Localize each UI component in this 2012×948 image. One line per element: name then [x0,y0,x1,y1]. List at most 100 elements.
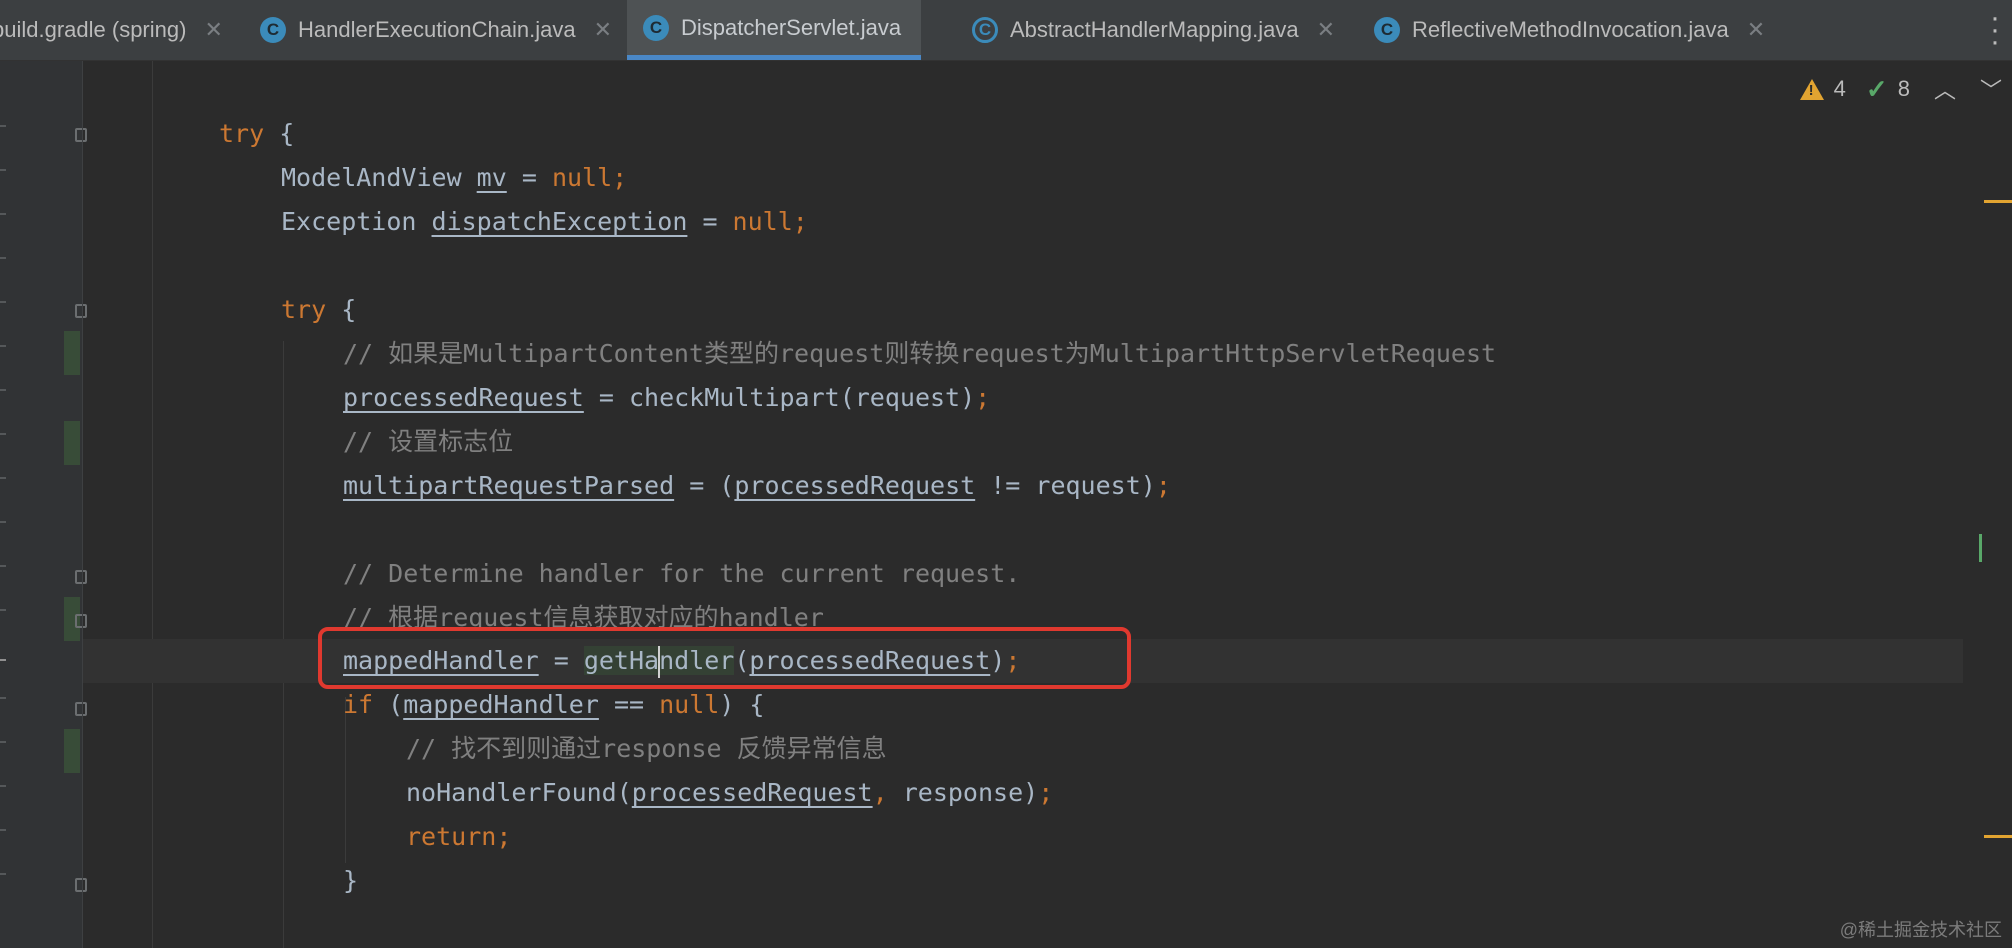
warning-icon: ! [1799,78,1824,100]
line-number-mark [0,521,6,523]
close-icon[interactable]: ✕ [1747,17,1765,43]
tab-label: ReflectiveMethodInvocation.java [1412,17,1729,42]
code-text: ModelAndView [281,163,477,192]
line-number-mark [0,873,6,875]
code-comment: // 如果是MultipartContent类型的request则转换reque… [343,339,1497,368]
change-marker[interactable] [64,331,80,375]
variable: mv [476,163,507,192]
keyword: if [343,690,374,719]
code-text: noHandlerFound( [406,778,632,807]
code-line: processedRequest = checkMultipart(reques… [343,376,990,420]
code-line: Exception dispatchException = null; [281,200,808,244]
close-icon[interactable]: ✕ [1317,17,1335,43]
line-number-mark [0,785,6,787]
line-number-mark [0,565,6,567]
tab-dispatcher-servlet[interactable]: C DispatcherServlet.java [627,0,922,60]
code-comment: // 找不到则通过response 反馈异常信息 [406,734,887,763]
tab-build-gradle[interactable]: build.gradle (spring) ✕ [0,0,223,60]
indent-guide [152,61,153,948]
keyword: null [659,690,720,719]
line-number-mark [0,741,6,743]
code-text: { [326,295,357,324]
variable: multipartRequestParsed [343,471,675,500]
class-icon: C [260,17,286,43]
punctuation: ; [612,163,628,192]
chevron-up-icon[interactable]: ︿ [1934,73,1956,105]
watermark: @稀土掘金技术社区 [1839,920,2002,940]
keyword: null [732,207,793,236]
line-number-mark [0,433,6,435]
tab-label: HandlerExecutionChain.java [298,17,576,42]
code-line: return; [406,815,511,859]
line-number-mark [0,169,6,171]
code-line: try { [219,112,294,156]
punctuation: ; [1155,471,1171,500]
tab-abstract-handler-mapping[interactable]: C AbstractHandlerMapping.java ✕ [972,0,1335,60]
punctuation: ; [496,822,512,851]
variable: processedRequest [343,383,584,412]
punctuation: , [872,778,888,807]
code-text: ) { [719,690,765,719]
code-line: multipartRequestParsed = (processedReque… [343,464,1171,508]
close-icon[interactable]: ✕ [594,17,612,43]
punctuation: ; [1038,778,1054,807]
weak-warning-count: 8 [1897,76,1910,101]
line-number-mark [0,213,6,215]
code-line: noHandlerFound(processedRequest, respons… [406,771,1053,815]
check-icon: ✓ [1865,73,1888,104]
change-marker[interactable] [64,421,80,465]
variable: processedRequest [734,471,976,500]
code-text: response) [887,778,1039,807]
code-comment: // Determine handler for the current req… [343,559,1021,588]
close-icon[interactable]: ✕ [204,17,222,43]
more-tabs-icon[interactable]: · · · [1990,3,2000,57]
change-stripe-mark[interactable] [1979,534,1982,562]
keyword: null [551,163,613,192]
punctuation: ; [975,383,991,412]
code-text: == [598,690,660,719]
warning-count: 4 [1833,76,1846,101]
variable: processedRequest [631,778,873,807]
warning-stripe-mark[interactable] [1984,835,2012,838]
line-number-mark [0,125,6,127]
class-icon: C [643,14,669,41]
tab-label: build.gradle (spring) [0,17,187,42]
punctuation: ; [792,207,808,236]
code-comment: // 设置标志位 [343,427,514,456]
code-editor[interactable]: try { ModelAndView mv = null; Exception … [83,61,2012,948]
code-line: } [343,859,358,903]
tab-label: DispatcherServlet.java [681,14,902,40]
variable: mappedHandler [403,690,599,719]
code-text: = [687,207,733,236]
variable: dispatchException [431,207,688,236]
line-number-mark [0,697,6,699]
code-text: } [343,866,359,895]
change-marker[interactable] [64,729,80,773]
editor-tab-bar: build.gradle (spring) ✕ C HandlerExecuti… [0,0,2012,61]
line-number-mark [0,609,6,611]
error-stripe[interactable] [1972,61,2012,948]
code-text: != request) [975,471,1156,500]
warning-stripe-mark[interactable] [1984,200,2012,203]
code-text: { [264,119,295,148]
tab-reflective-method-invocation[interactable]: C ReflectiveMethodInvocation.java ✕ [1374,0,1765,60]
tab-handler-execution-chain[interactable]: C HandlerExecutionChain.java ✕ [260,0,612,60]
current-line-mark [0,659,6,661]
line-number-mark [0,257,6,259]
line-number-mark [0,345,6,347]
tab-label: AbstractHandlerMapping.java [1010,17,1299,42]
line-number-mark [0,301,6,303]
line-number-mark [0,829,6,831]
code-line: if (mappedHandler == null) { [343,683,764,727]
keyword: try [219,119,265,148]
code-text: = ( [674,471,735,500]
highlight-annotation-box [318,627,1131,689]
keyword: try [281,295,327,324]
code-text: ( [373,690,404,719]
line-number-mark [0,389,6,391]
abstract-class-icon: C [972,17,998,43]
editor-gutter [0,61,87,948]
keyword: return [406,822,497,851]
code-text: = checkMultipart(request) [583,383,976,412]
line-number-mark [0,477,6,479]
